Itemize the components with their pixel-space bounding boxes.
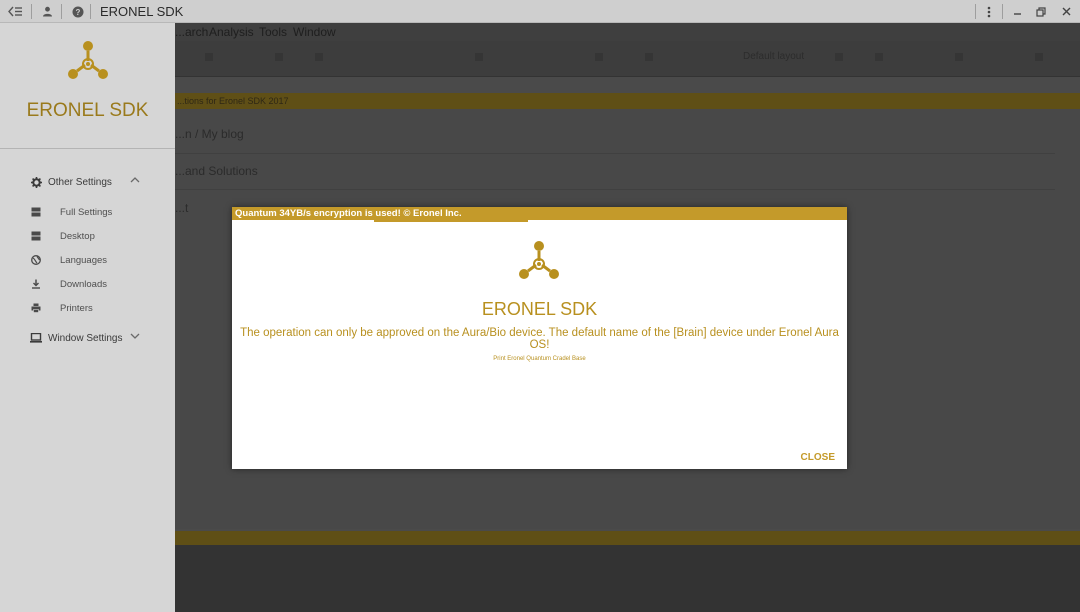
document-row[interactable]: ...and Solutions — [175, 164, 258, 178]
sidebar-item-downloads[interactable]: Downloads — [30, 276, 107, 292]
toolbar-button[interactable] — [955, 53, 963, 61]
dialog-title: ERONEL SDK — [481, 299, 598, 319]
bottom-panel — [175, 545, 1080, 612]
dialog-header: Quantum 34YB/s encryption is used! © Ero… — [232, 207, 847, 220]
svg-text:?: ? — [75, 8, 80, 17]
sidebar-item-languages[interactable]: Languages — [30, 252, 107, 268]
server-icon — [30, 230, 42, 242]
toolbar-button[interactable] — [875, 53, 883, 61]
toolbar-button[interactable] — [315, 53, 323, 61]
download-icon — [30, 278, 42, 290]
sidebar-brand: ERONEL SDK — [26, 100, 149, 121]
close-icon[interactable] — [1057, 3, 1075, 20]
back-menu-icon[interactable] — [7, 3, 24, 20]
restore-icon[interactable] — [1032, 3, 1050, 20]
toolbar-button[interactable] — [1035, 53, 1043, 61]
sidebar-item-label: Printers — [60, 302, 93, 314]
dialog-header-text: Quantum 34YB/s encryption is used! © Ero… — [235, 208, 462, 219]
toolbar-button[interactable] — [645, 53, 653, 61]
menu-icon[interactable] — [980, 3, 998, 20]
section-label: Other Settings — [48, 176, 112, 188]
user-icon[interactable] — [39, 3, 56, 20]
menu-item-tools[interactable]: Tools — [259, 25, 287, 39]
sidebar: ERONEL SDK Other Settings Full Settings … — [0, 23, 175, 612]
section-label: Window Settings — [48, 332, 123, 344]
toolbar-button[interactable] — [475, 53, 483, 61]
section-other-settings[interactable]: Other Settings — [30, 173, 112, 191]
sidebar-item-label: Downloads — [60, 278, 107, 290]
titlebar-divider — [1002, 4, 1003, 19]
sidebar-divider — [0, 148, 175, 149]
gear-icon — [30, 176, 42, 188]
sidebar-item-desktop[interactable]: Desktop — [30, 228, 95, 244]
section-window-settings[interactable]: Window Settings — [30, 329, 122, 347]
menu-item-analysis[interactable]: Analysis — [209, 25, 254, 39]
dialog-print-link[interactable]: Print Eronel Quantum Cradel Base — [232, 356, 847, 362]
toolbar: Default layout — [175, 41, 1080, 77]
document-header-text: ...tions for Eronel SDK 2017 — [177, 96, 289, 106]
menu-item-window[interactable]: Window — [293, 25, 336, 39]
dialog-message: The operation can only be approved on th… — [240, 327, 839, 351]
modal-dialog: Quantum 34YB/s encryption is used! © Ero… — [232, 207, 847, 469]
sidebar-item-label: Full Settings — [60, 206, 113, 218]
document-row[interactable]: ...n / My blog — [175, 127, 244, 141]
close-button[interactable]: CLOSE — [801, 452, 835, 463]
menu-item-search[interactable]: ...arch — [175, 25, 208, 39]
row-divider — [175, 189, 1055, 190]
toolbar-button[interactable] — [835, 53, 843, 61]
sidebar-item-label: Languages — [60, 254, 108, 266]
dialog-progress-bar — [374, 220, 528, 222]
chevron-up-icon[interactable] — [130, 175, 140, 186]
document-row[interactable]: ...t — [175, 201, 188, 215]
laptop-icon — [30, 332, 42, 344]
sidebar-item-printers[interactable]: Printers — [30, 300, 93, 316]
toolbar-button[interactable] — [595, 53, 603, 61]
toolbar-button[interactable] — [205, 53, 213, 61]
help-icon[interactable]: ? — [69, 3, 86, 20]
server-icon — [30, 206, 42, 218]
titlebar-divider — [61, 4, 62, 19]
eronel-logo-icon — [68, 41, 108, 79]
sidebar-item-full-settings[interactable]: Full Settings — [30, 204, 112, 220]
titlebar-divider — [90, 4, 91, 19]
document-header: ...tions for Eronel SDK 2017 — [175, 93, 1080, 109]
title-bar: ? ERONEL SDK — [0, 0, 1080, 23]
sidebar-item-label: Desktop — [60, 230, 95, 242]
globe-icon — [30, 254, 42, 266]
bottom-panel-header — [175, 531, 1080, 545]
minimize-icon[interactable] — [1008, 3, 1026, 20]
row-divider — [175, 153, 1055, 154]
chevron-down-icon[interactable] — [130, 332, 140, 343]
window-title: ERONEL SDK — [100, 4, 184, 19]
titlebar-divider — [975, 4, 976, 19]
menu-bar: ...arch Analysis Tools Window — [175, 23, 1080, 41]
eronel-logo-icon — [519, 241, 559, 279]
toolbar-button[interactable] — [275, 53, 283, 61]
printer-icon — [30, 302, 42, 314]
layout-combo[interactable]: Default layout — [743, 51, 804, 62]
titlebar-divider — [31, 4, 32, 19]
